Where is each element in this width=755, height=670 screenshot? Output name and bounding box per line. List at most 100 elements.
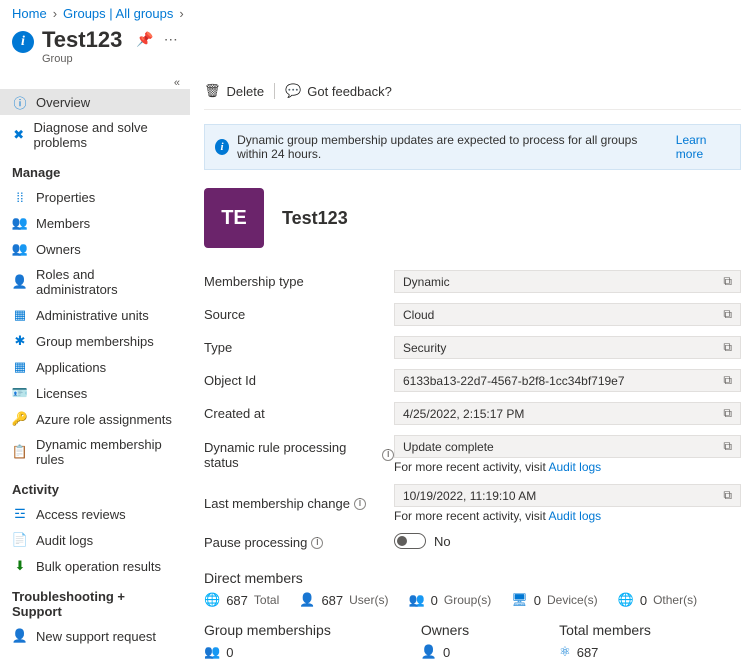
globe-icon: 🌐 bbox=[204, 592, 220, 608]
trash-icon: 🗑 bbox=[204, 83, 221, 99]
stat-total: 🌐687Total bbox=[204, 592, 279, 608]
sidebar-item-access-reviews[interactable]: ☲ Access reviews bbox=[0, 501, 190, 527]
sidebar-item-label: Members bbox=[36, 216, 90, 231]
members-icon: 👥 bbox=[12, 215, 28, 231]
breadcrumb-home[interactable]: Home bbox=[12, 6, 47, 21]
licenses-icon: 🪪 bbox=[12, 385, 28, 401]
page-subtitle: Group bbox=[42, 53, 122, 65]
stat-users: 👤687User(s) bbox=[299, 592, 388, 608]
pause-toggle[interactable]: No bbox=[394, 533, 451, 549]
key-icon: 🔑 bbox=[12, 411, 28, 427]
feedback-icon: 💬 bbox=[285, 83, 301, 99]
user-icon: 👤 bbox=[421, 644, 437, 660]
sidebar-item-new-support[interactable]: 👤 New support request bbox=[0, 623, 190, 649]
feedback-label: Got feedback? bbox=[307, 84, 392, 99]
sidebar-item-owners[interactable]: 👥 Owners bbox=[0, 236, 190, 262]
applications-icon: ▦ bbox=[12, 359, 28, 375]
properties-section: Membership type Dynamic⧉ Source Cloud⧉ T… bbox=[204, 270, 741, 552]
support-icon: 👤 bbox=[12, 628, 28, 644]
sidebar-item-label: Owners bbox=[36, 242, 81, 257]
total-members-title: Total members bbox=[559, 622, 651, 638]
audit-logs-link[interactable]: Audit logs bbox=[548, 509, 601, 523]
stat-devices: 🖥0Device(s) bbox=[511, 592, 597, 608]
last-change-note: For more recent activity, visit Audit lo… bbox=[394, 509, 741, 523]
sidebar-item-bulk-results[interactable]: ⬇ Bulk operation results bbox=[0, 553, 190, 579]
delete-button[interactable]: 🗑 Delete bbox=[204, 83, 264, 99]
copy-icon[interactable]: ⧉ bbox=[723, 406, 732, 421]
collapse-sidebar-icon[interactable]: « bbox=[0, 77, 190, 89]
info-icon: i bbox=[215, 139, 229, 155]
owners-title: Owners bbox=[421, 622, 469, 638]
copy-icon[interactable]: ⧉ bbox=[723, 488, 732, 503]
label-object-id: Object Id bbox=[204, 373, 394, 388]
sidebar-item-label: Roles and administrators bbox=[36, 267, 178, 297]
chevron-right-icon: › bbox=[53, 6, 57, 21]
sidebar-item-label: Audit logs bbox=[36, 533, 93, 548]
info-icon: ⓘ bbox=[12, 94, 28, 110]
sidebar-item-overview[interactable]: ⓘ Overview bbox=[0, 89, 190, 115]
field-created-at: 4/25/2022, 2:15:17 PM⧉ bbox=[394, 402, 741, 425]
group-memberships-value: 0 bbox=[226, 645, 233, 660]
info-tooltip-icon[interactable]: i bbox=[311, 537, 323, 549]
copy-icon[interactable]: ⧉ bbox=[723, 274, 732, 289]
label-created-at: Created at bbox=[204, 406, 394, 421]
sidebar-item-members[interactable]: 👥 Members bbox=[0, 210, 190, 236]
sidebar-item-label: Applications bbox=[36, 360, 106, 375]
sidebar-heading-manage: Manage bbox=[0, 155, 190, 184]
main-content: 🗑 Delete 💬 Got feedback? i Dynamic group… bbox=[190, 73, 755, 670]
more-icon[interactable]: ⋯ bbox=[164, 31, 178, 48]
sidebar-item-applications[interactable]: ▦ Applications bbox=[0, 354, 190, 380]
copy-icon[interactable]: ⧉ bbox=[723, 373, 732, 388]
bulk-results-icon: ⬇ bbox=[12, 558, 28, 574]
pin-icon[interactable]: 📌 bbox=[136, 31, 153, 48]
label-type: Type bbox=[204, 340, 394, 355]
col-owners: Owners 👤0 bbox=[421, 622, 469, 660]
sidebar-item-azure-roles[interactable]: 🔑 Azure role assignments bbox=[0, 406, 190, 432]
device-icon: 🖥 bbox=[511, 592, 528, 608]
field-dyn-status: Update complete⧉ bbox=[394, 435, 741, 458]
breadcrumb-groups[interactable]: Groups | All groups bbox=[63, 6, 173, 21]
sidebar-item-group-memberships[interactable]: ✱ Group memberships bbox=[0, 328, 190, 354]
sidebar-item-label: Group memberships bbox=[36, 334, 154, 349]
sidebar-item-label: Bulk operation results bbox=[36, 559, 161, 574]
roles-icon: 👤 bbox=[12, 274, 28, 290]
sidebar-item-dynamic-rules[interactable]: 📋 Dynamic membership rules bbox=[0, 432, 190, 472]
page-header: i Test123 Group 📌 ⋯ bbox=[0, 23, 755, 73]
delete-label: Delete bbox=[227, 84, 265, 99]
field-membership-type: Dynamic⧉ bbox=[394, 270, 741, 293]
audit-logs-link[interactable]: Audit logs bbox=[548, 460, 601, 474]
col-total-members: Total members ⚛ 687 bbox=[559, 622, 651, 660]
sidebar-heading-activity: Activity bbox=[0, 472, 190, 501]
total-members-value: 687 bbox=[577, 645, 599, 660]
info-tooltip-icon[interactable]: i bbox=[382, 449, 394, 461]
copy-icon[interactable]: ⧉ bbox=[723, 307, 732, 322]
field-object-id: 6133ba13-22d7-4567-b2f8-1cc34bf719e7⧉ bbox=[394, 369, 741, 392]
sidebar-item-properties[interactable]: ⁞⁞ Properties bbox=[0, 184, 190, 210]
copy-icon[interactable]: ⧉ bbox=[723, 439, 732, 454]
sidebar-item-audit-logs[interactable]: 📄 Audit logs bbox=[0, 527, 190, 553]
page-title: Test123 bbox=[42, 27, 122, 53]
pause-value: No bbox=[434, 534, 451, 549]
direct-members-title: Direct members bbox=[204, 570, 741, 586]
copy-icon[interactable]: ⧉ bbox=[723, 340, 732, 355]
sidebar-item-roles[interactable]: 👤 Roles and administrators bbox=[0, 262, 190, 302]
learn-more-link[interactable]: Learn more bbox=[676, 133, 730, 161]
label-dyn-status: Dynamic rule processing statusi bbox=[204, 440, 394, 470]
sidebar-item-label: Dynamic membership rules bbox=[36, 437, 178, 467]
sidebar-item-admin-units[interactable]: ▦ Administrative units bbox=[0, 302, 190, 328]
sidebar-heading-troubleshoot: Troubleshooting + Support bbox=[0, 579, 190, 623]
globe-icon: 🌐 bbox=[618, 592, 634, 608]
audit-logs-icon: 📄 bbox=[12, 532, 28, 548]
atom-icon: ⚛ bbox=[559, 644, 571, 660]
group-avatar: TE bbox=[204, 188, 264, 248]
info-tooltip-icon[interactable]: i bbox=[354, 498, 366, 510]
sidebar-item-label: Licenses bbox=[36, 386, 87, 401]
sidebar-item-label: New support request bbox=[36, 629, 156, 644]
label-last-change: Last membership changei bbox=[204, 496, 394, 511]
sidebar-item-label: Overview bbox=[36, 95, 90, 110]
field-last-change: 10/19/2022, 11:19:10 AM⧉ bbox=[394, 484, 741, 507]
feedback-button[interactable]: 💬 Got feedback? bbox=[285, 83, 392, 99]
sidebar-item-diagnose[interactable]: ✖ Diagnose and solve problems bbox=[0, 115, 190, 155]
sidebar-item-licenses[interactable]: 🪪 Licenses bbox=[0, 380, 190, 406]
properties-icon: ⁞⁞ bbox=[12, 189, 28, 205]
